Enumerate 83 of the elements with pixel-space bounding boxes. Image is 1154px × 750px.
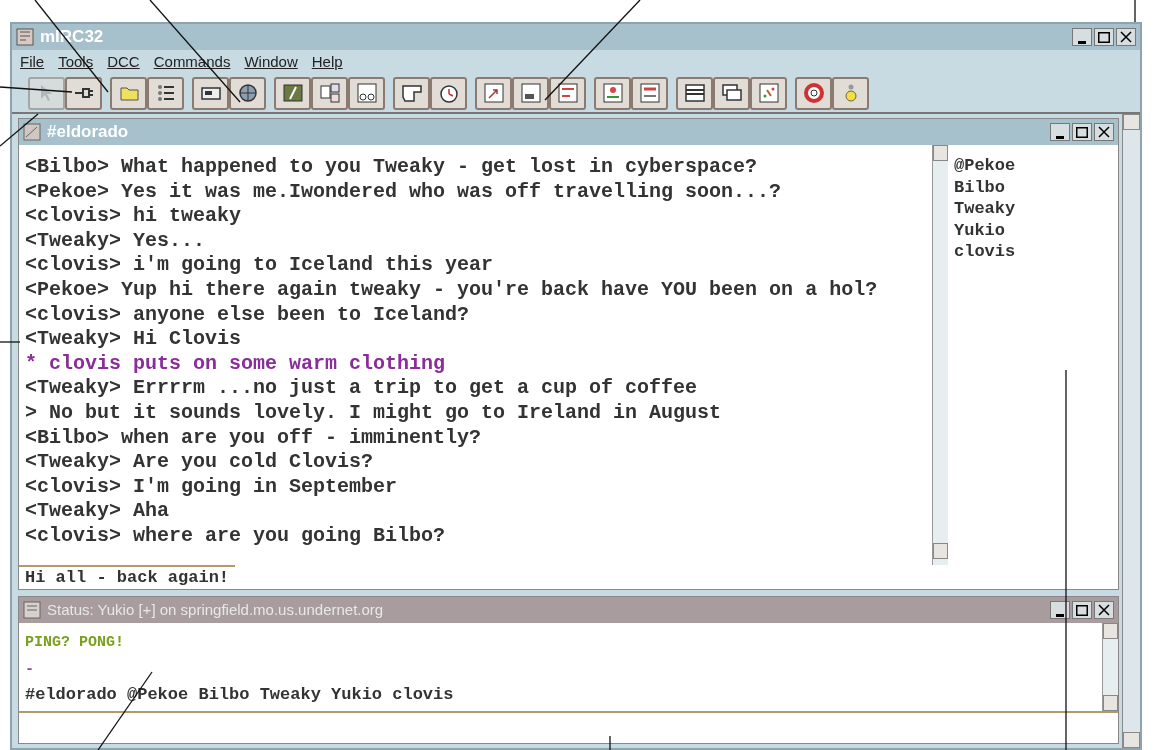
maximize-icon <box>1076 126 1088 138</box>
action-line: * clovis puts on some warm clothing <box>25 351 446 377</box>
arrange-icon <box>757 82 780 104</box>
channel-icon <box>23 123 41 141</box>
close-icon <box>1098 604 1110 616</box>
minimize-icon <box>1056 613 1064 617</box>
toolbar-button[interactable] <box>713 76 750 110</box>
close-button[interactable] <box>1116 28 1136 46</box>
notify-icon <box>601 82 624 104</box>
nick-item[interactable]: Yukio <box>954 219 1112 242</box>
menu-item[interactable]: DCC <box>107 50 140 74</box>
close-button[interactable] <box>1094 601 1114 619</box>
toolbar-button[interactable] <box>430 76 467 110</box>
leader-line <box>609 735 611 750</box>
tile-icon <box>683 82 706 104</box>
close-icon <box>1098 126 1110 138</box>
app-icon <box>16 28 34 46</box>
toolbar-button[interactable] <box>65 76 102 110</box>
minimize-icon <box>1078 40 1086 44</box>
chat-line: > No but it sounds lovely. I might go to Ireland in August <box>25 400 722 426</box>
status-title: Status: Yukio [+] on springfield.mo.us.undernet.org <box>47 599 384 620</box>
leader-line <box>0 341 21 343</box>
status-line: - <box>25 659 34 680</box>
minimize-button[interactable] <box>1072 28 1092 46</box>
command-icon <box>281 82 304 104</box>
lifebuoy-icon <box>802 82 825 104</box>
status-icon <box>23 601 41 619</box>
toolbar-button[interactable] <box>192 76 229 110</box>
maximize-icon <box>1076 604 1088 616</box>
message-input[interactable]: Hi all - back again! <box>19 565 236 589</box>
chat-line: <Tweaky> Errrrm ...no just a trip to get a cup of coffee <box>25 376 698 401</box>
cascade-icon <box>720 82 743 104</box>
toolbar-button[interactable] <box>393 76 430 110</box>
minimize-icon <box>1056 135 1064 139</box>
chat-line: <Tweaky> Are you cold Clovis? <box>25 450 374 475</box>
close-icon <box>1120 31 1132 43</box>
chat-line: <Tweaky> Yes... <box>25 228 206 254</box>
menu-item[interactable]: File <box>20 50 45 74</box>
faces-icon <box>355 82 378 104</box>
chat-line: <Tweaky> Hi Clovis <box>25 327 242 352</box>
windows-icon <box>318 82 341 104</box>
toolbar-button[interactable] <box>147 76 184 110</box>
chat-line: <clovis> hi tweaky <box>25 204 242 229</box>
chat-icon <box>519 82 542 104</box>
mdi-scrollbar[interactable] <box>1122 114 1140 748</box>
send-file-icon <box>482 82 505 104</box>
chat-line: <Tweaky> Aha <box>25 499 170 524</box>
url-icon <box>638 82 661 104</box>
nick-item[interactable]: @Pekoe <box>954 155 1112 177</box>
minimize-button[interactable] <box>1050 601 1070 619</box>
chat-line: <clovis> i'm going to Iceland this year <box>25 253 494 278</box>
chat-line: <Bilbo> when are you off - imminently? <box>25 425 482 451</box>
chat-line: <Pekoe> Yup hi there again tweaky - you're back have YOU been on a hol? <box>25 277 878 303</box>
chat-scrollbar[interactable] <box>932 145 948 565</box>
dcc-icon <box>556 82 579 104</box>
maximize-button[interactable] <box>1094 28 1114 46</box>
status-line: PING? PONG! <box>25 633 125 653</box>
maximize-button[interactable] <box>1072 601 1092 619</box>
chat-line: <Pekoe> Yes it was me.Iwondered who was off travelling soon...? <box>25 179 782 205</box>
nick-item[interactable]: Tweaky <box>954 198 1112 220</box>
minimize-button[interactable] <box>1050 123 1070 141</box>
maximize-icon <box>1098 31 1110 43</box>
toolbar-button[interactable] <box>549 76 586 110</box>
chat-line: <clovis> anyone else been to Iceland? <box>25 302 470 328</box>
status-scrollbar[interactable] <box>1102 623 1118 711</box>
chat-line: <clovis> I'm going in September <box>25 474 398 500</box>
chat-line: <clovis> where are you going Bilbo? <box>25 523 446 549</box>
channel-title: #eldorado <box>47 121 129 144</box>
globe-icon <box>236 82 259 104</box>
toolbar-button[interactable] <box>274 76 311 110</box>
chat-line: <Bilbo> What happened to you Tweaky - get lost in cyberspace? <box>25 155 758 180</box>
close-button[interactable] <box>1094 123 1114 141</box>
maximize-button[interactable] <box>1072 123 1092 141</box>
toolbar-button[interactable] <box>512 76 549 110</box>
leader-line <box>1134 0 1136 23</box>
nick-item[interactable]: clovis <box>954 241 1112 263</box>
menu-item[interactable]: Window <box>244 50 298 74</box>
nick-item[interactable]: Bilbo <box>954 176 1112 199</box>
toolbar-button[interactable] <box>229 76 266 110</box>
leader-line <box>0 113 39 147</box>
clock-icon <box>437 82 460 104</box>
toolbar-button[interactable] <box>676 76 713 110</box>
menu-item[interactable]: Help <box>311 50 343 74</box>
